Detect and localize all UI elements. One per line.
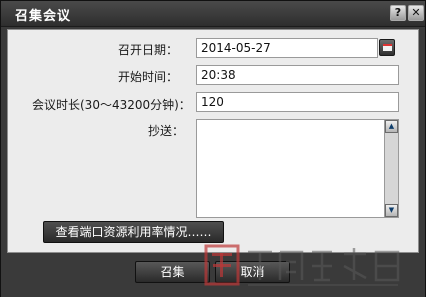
help-icon[interactable]: ? [390,5,406,21]
convene-button[interactable]: 召集 [135,261,210,283]
duration-field[interactable] [196,92,399,112]
start-time-field[interactable] [196,65,399,85]
dialog-titlebar[interactable]: 召集会议 ? ✕ [1,1,425,27]
form-panel: 召开日期： 开始时间： 会议时长(30～43200分钟)： 抄送： ▲ ▼ [7,29,419,253]
cc-textarea[interactable]: ▲ ▼ [196,119,399,218]
port-usage-button[interactable]: 查看端口资源利用率情况…… [43,221,224,243]
convene-meeting-dialog: 召集会议 ? ✕ 召开日期： 开始时间： 会议时长(30～43200分钟)： 抄… [0,0,426,297]
dialog-footer [1,253,425,297]
date-label: 召开日期： [118,43,179,57]
dialog-title: 召集会议 [15,9,72,24]
scroll-down-icon[interactable]: ▼ [385,204,398,217]
calendar-icon-glyph [383,44,392,51]
cc-label: 抄送： [148,124,185,138]
calendar-icon[interactable] [379,39,395,56]
close-icon[interactable]: ✕ [408,5,424,21]
start-time-label: 开始时间： [118,70,179,84]
date-field[interactable] [196,38,378,58]
cancel-button[interactable]: 取消 [215,261,290,283]
cc-scrollbar[interactable]: ▲ ▼ [384,120,398,217]
duration-label: 会议时长(30～43200分钟)： [32,98,191,112]
scroll-up-icon[interactable]: ▲ [385,120,398,133]
